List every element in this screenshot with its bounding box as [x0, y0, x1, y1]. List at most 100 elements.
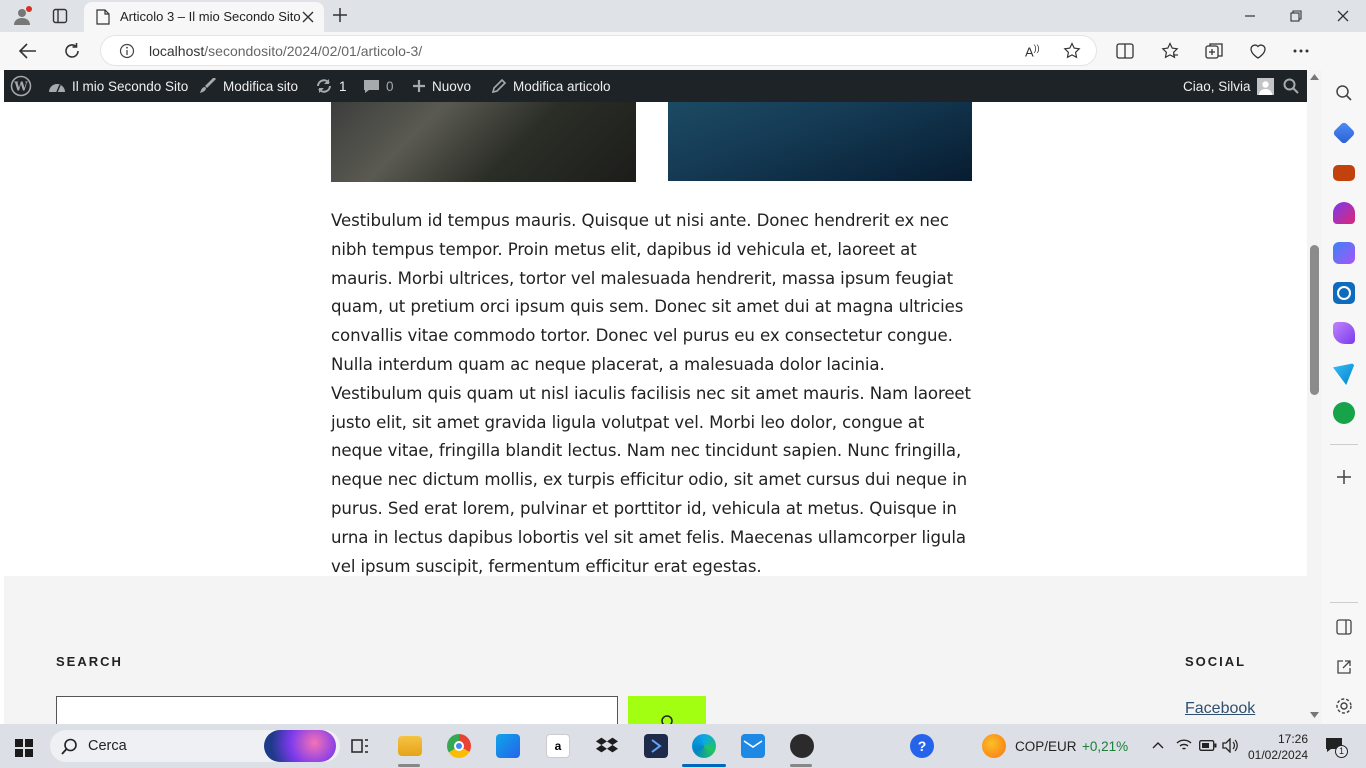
- file-explorer-icon[interactable]: [398, 736, 422, 756]
- search-icon: [660, 714, 674, 724]
- footer-search-button[interactable]: [628, 696, 706, 724]
- page-icon: [96, 9, 110, 25]
- outlook-icon[interactable]: [1333, 282, 1355, 304]
- active-tab[interactable]: Articolo 3 – Il mio Secondo Sito: [84, 2, 324, 32]
- chrome-icon[interactable]: [447, 734, 471, 758]
- sidebar-search-icon[interactable]: [1335, 84, 1353, 102]
- clock-time: 17:26: [1277, 732, 1308, 746]
- send-icon[interactable]: [1333, 363, 1355, 385]
- wp-my-account[interactable]: Ciao, Silvia: [1183, 70, 1274, 102]
- tray-chevron-up-icon[interactable]: [1152, 741, 1164, 749]
- new-tab-icon[interactable]: [332, 7, 348, 23]
- comments-count: 0: [386, 78, 394, 94]
- browser-essentials-icon[interactable]: [1249, 42, 1267, 60]
- clock-date: 01/02/2024: [1248, 748, 1309, 762]
- scroll-down-arrow-icon[interactable]: [1310, 712, 1319, 718]
- gallery-image-left[interactable]: [331, 102, 636, 182]
- greeting-label: Ciao, Silvia: [1183, 78, 1251, 94]
- search-widget-title: SEARCH: [56, 654, 123, 669]
- avatar: [1256, 77, 1274, 95]
- dropbox-icon[interactable]: [595, 734, 619, 758]
- sidebar-panel-icon[interactable]: [1336, 619, 1352, 635]
- tab-actions-icon[interactable]: [52, 8, 68, 24]
- brush-icon: [199, 78, 217, 94]
- profile-icon[interactable]: [12, 6, 32, 26]
- wp-customize[interactable]: Modifica sito: [199, 70, 298, 102]
- designer-icon[interactable]: [1333, 322, 1355, 344]
- scroll-up-arrow-icon[interactable]: [1310, 74, 1319, 80]
- back-icon[interactable]: [19, 43, 37, 59]
- minimize-icon[interactable]: [1244, 10, 1256, 22]
- favorites-icon[interactable]: [1161, 42, 1179, 60]
- tools-briefcase-icon[interactable]: [1333, 165, 1355, 181]
- edge-icon[interactable]: [692, 734, 716, 758]
- github-desktop-icon[interactable]: [790, 734, 814, 758]
- wp-updates[interactable]: 1: [315, 70, 347, 102]
- currency-change[interactable]: +0,21%: [1082, 739, 1128, 754]
- wp-site-name[interactable]: Il mio Secondo Sito: [48, 70, 188, 102]
- address-bar[interactable]: localhost/secondosito/2024/02/01/articol…: [100, 35, 1097, 66]
- footer-search-input[interactable]: [56, 696, 618, 724]
- wp-edit-post[interactable]: Modifica articolo: [491, 70, 611, 102]
- taskbar-clock[interactable]: 17:26 01/02/2024: [1248, 731, 1308, 763]
- task-view-icon[interactable]: [348, 734, 372, 758]
- explorer-running-indicator: [398, 764, 420, 767]
- currency-pair[interactable]: COP/EUR: [1015, 739, 1077, 754]
- browser-tab-strip: Articolo 3 – Il mio Secondo Sito: [0, 0, 1366, 32]
- sidebar-divider-bottom: [1330, 602, 1358, 603]
- notification-icon[interactable]: 1: [1325, 736, 1348, 758]
- pencil-icon: [491, 78, 507, 94]
- taskbar-search-box[interactable]: Cerca: [50, 730, 340, 762]
- wp-new-content[interactable]: Nuovo: [412, 70, 471, 102]
- terminal-app-icon[interactable]: [644, 734, 668, 758]
- microsoft-365-icon[interactable]: [1333, 242, 1355, 264]
- new-label: Nuovo: [432, 78, 472, 94]
- edit-post-label: Modifica articolo: [513, 78, 611, 94]
- updates-count: 1: [339, 78, 347, 94]
- favorite-star-icon[interactable]: [1063, 42, 1081, 60]
- sidebar-settings-gear-icon[interactable]: [1335, 697, 1353, 715]
- notification-count: 1: [1335, 745, 1348, 758]
- wp-search-icon[interactable]: [1283, 70, 1299, 102]
- scrollbar-thumb[interactable]: [1310, 245, 1319, 395]
- restore-icon[interactable]: [1290, 10, 1302, 22]
- microsoft-store-icon[interactable]: [496, 734, 520, 758]
- split-screen-icon[interactable]: [1116, 43, 1134, 59]
- weather-widget-icon[interactable]: [982, 734, 1006, 758]
- site-info-icon[interactable]: [119, 43, 135, 59]
- shopping-tag-icon[interactable]: [1332, 121, 1356, 145]
- help-icon[interactable]: ?: [910, 734, 934, 758]
- github-running-indicator: [790, 764, 812, 767]
- facebook-link[interactable]: Facebook: [1185, 700, 1255, 718]
- wifi-icon[interactable]: [1176, 738, 1192, 752]
- article-paragraph: Vestibulum id tempus mauris. Quisque ut …: [331, 211, 971, 576]
- mail-icon[interactable]: [741, 734, 765, 758]
- collections-icon[interactable]: [1205, 42, 1223, 60]
- social-widget-title: SOCIAL: [1185, 654, 1247, 669]
- edge-active-indicator: [682, 764, 726, 767]
- close-window-icon[interactable]: [1337, 10, 1349, 22]
- page-scrollbar[interactable]: [1307, 70, 1322, 724]
- url-path: /secondosito/2024/02/01/articolo-3/: [204, 43, 423, 59]
- comment-icon: [363, 79, 380, 94]
- customize-label: Modifica sito: [223, 78, 299, 94]
- volume-icon[interactable]: [1222, 738, 1238, 753]
- tab-title: Articolo 3 – Il mio Secondo Sito: [120, 9, 301, 24]
- gallery-image-right[interactable]: [668, 102, 972, 181]
- close-tab-icon[interactable]: [302, 11, 314, 23]
- tree-icon[interactable]: [1333, 402, 1355, 424]
- sidebar-external-icon[interactable]: [1336, 659, 1352, 675]
- sidebar-add-icon[interactable]: [1336, 469, 1352, 485]
- battery-icon[interactable]: [1199, 740, 1217, 751]
- windows-start-icon[interactable]: [15, 739, 33, 757]
- read-aloud-icon[interactable]: A)): [1025, 43, 1040, 59]
- wp-comments[interactable]: 0: [363, 70, 394, 102]
- more-menu-icon[interactable]: [1293, 49, 1309, 53]
- wordpress-logo-icon[interactable]: W: [10, 70, 32, 102]
- games-icon[interactable]: [1333, 202, 1355, 224]
- refresh-icon[interactable]: [63, 42, 81, 60]
- amazon-icon[interactable]: a: [546, 734, 570, 758]
- url-text[interactable]: localhost/secondosito/2024/02/01/articol…: [149, 43, 422, 59]
- updates-icon: [315, 78, 333, 94]
- dashboard-icon: [48, 79, 66, 93]
